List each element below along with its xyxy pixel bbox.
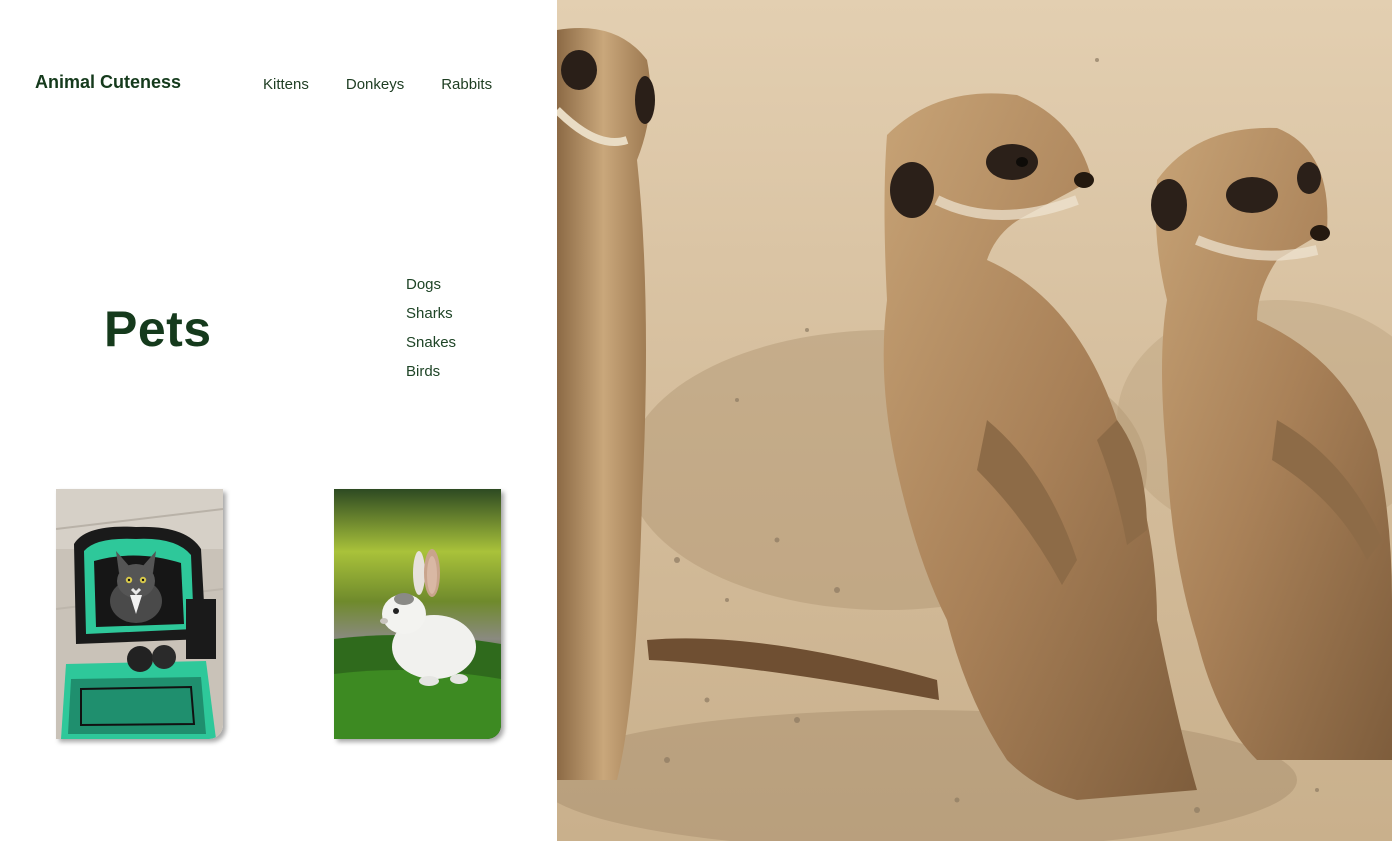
rabbit-image: [334, 489, 501, 739]
rabbit-card[interactable]: [334, 489, 501, 739]
kitten-card[interactable]: [56, 489, 223, 739]
top-nav: Kittens Donkeys Rabbits: [263, 76, 492, 93]
side-link-birds[interactable]: Birds: [406, 357, 456, 386]
page-title: Pets: [104, 301, 212, 357]
meerkats-photo: [557, 0, 1392, 841]
left-panel: Animal Cuteness Kittens Donkeys Rabbits …: [0, 0, 557, 841]
side-link-sharks[interactable]: Sharks: [406, 299, 456, 328]
side-nav: Dogs Sharks Snakes Birds: [406, 270, 456, 386]
nav-item-kittens[interactable]: Kittens: [263, 76, 309, 93]
site-brand[interactable]: Animal Cuteness: [35, 72, 181, 93]
side-link-dogs[interactable]: Dogs: [406, 270, 456, 299]
kitten-backpack-image: [56, 489, 223, 739]
nav-item-donkeys[interactable]: Donkeys: [346, 76, 404, 93]
side-link-snakes[interactable]: Snakes: [406, 328, 456, 357]
meerkats-image: [557, 0, 1392, 841]
nav-item-rabbits[interactable]: Rabbits: [441, 76, 492, 93]
